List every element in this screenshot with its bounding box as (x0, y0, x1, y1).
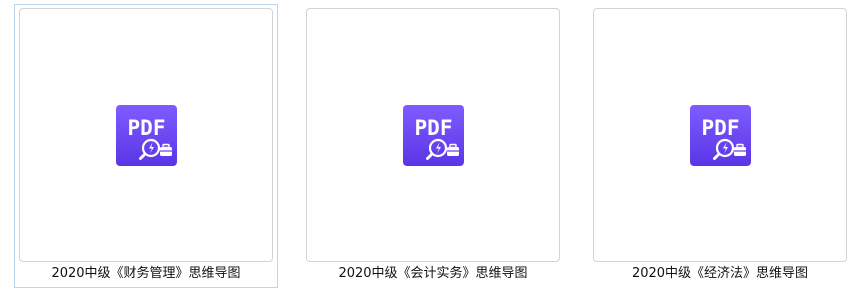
pdf-type-label: PDF (128, 116, 166, 140)
file-name-label: 2020中级《经济法》思维导图 (631, 266, 809, 281)
file-grid: PDF 2020中级《财务管理》思维导图 PDF 2020中级《会计实务》思维导… (0, 0, 859, 291)
file-tile-accounting-practice[interactable]: PDF 2020中级《会计实务》思维导图 (301, 4, 565, 288)
file-tile-economic-law[interactable]: PDF 2020中级《经济法》思维导图 (588, 4, 852, 288)
pdf-file-icon: PDF (403, 105, 464, 166)
pdf-type-label: PDF (415, 116, 453, 140)
file-name-label: 2020中级《会计实务》思维导图 (338, 266, 528, 281)
file-thumbnail[interactable]: PDF (306, 8, 560, 262)
pdf-file-icon: PDF (116, 105, 177, 166)
file-name-label: 2020中级《财务管理》思维导图 (51, 266, 241, 281)
pdf-type-label: PDF (702, 116, 740, 140)
file-tile-financial-management[interactable]: PDF 2020中级《财务管理》思维导图 (14, 4, 278, 288)
pdf-file-icon: PDF (690, 105, 751, 166)
file-thumbnail[interactable]: PDF (19, 8, 273, 262)
file-thumbnail[interactable]: PDF (593, 8, 847, 262)
